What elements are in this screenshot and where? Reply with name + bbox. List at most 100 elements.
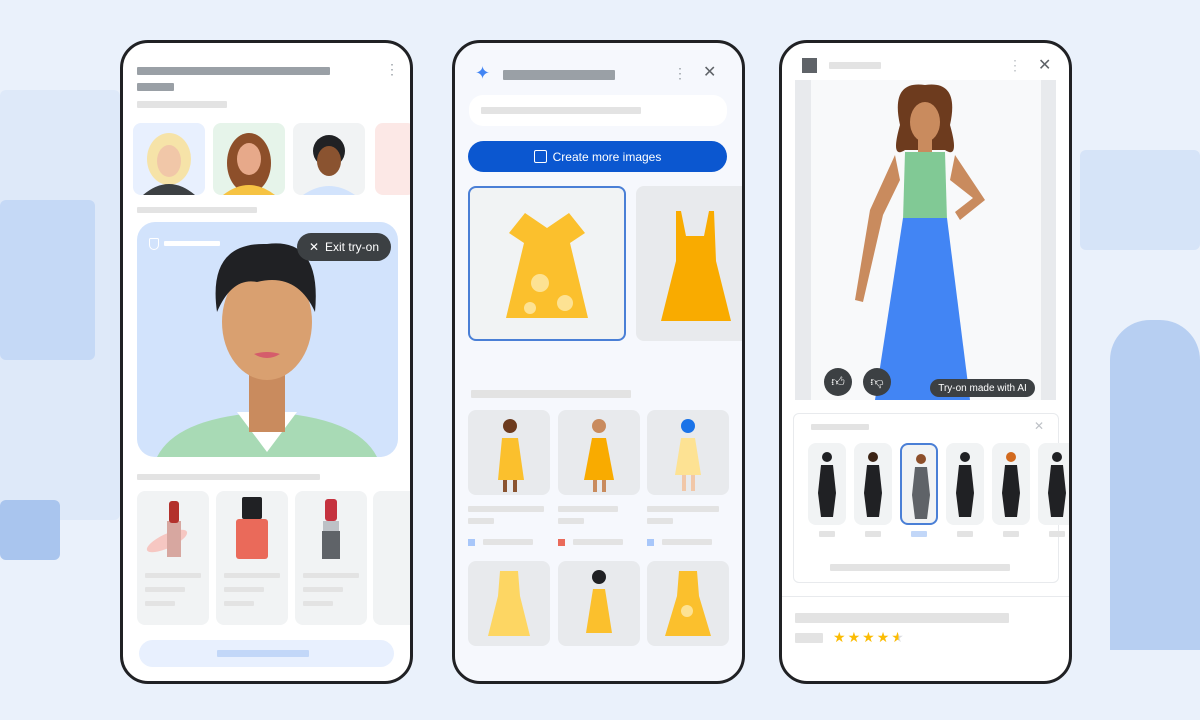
body-type-label bbox=[1003, 531, 1019, 537]
item-text bbox=[468, 506, 544, 512]
body-type-label bbox=[865, 531, 881, 537]
product-text bbox=[303, 587, 343, 592]
product-text bbox=[145, 573, 201, 578]
color-swatch bbox=[558, 539, 565, 546]
phone-avatar-tryon: ⋮ ✕ Exit try-on bbox=[120, 40, 413, 684]
dress-image[interactable] bbox=[468, 561, 550, 646]
kebab-menu-icon[interactable]: ⋮ bbox=[673, 65, 687, 82]
prompt-field[interactable] bbox=[469, 95, 727, 126]
title-placeholder bbox=[137, 67, 330, 75]
dress-image[interactable] bbox=[647, 561, 729, 646]
star-rating: ★★★★★ bbox=[833, 629, 906, 646]
body-type-panel: ✕ bbox=[793, 413, 1069, 583]
title-placeholder bbox=[503, 70, 615, 80]
body-type-option-selected[interactable] bbox=[900, 443, 938, 525]
background-bag bbox=[0, 500, 60, 560]
price-placeholder bbox=[795, 633, 823, 643]
close-icon[interactable]: ✕ bbox=[1034, 419, 1044, 433]
product-card[interactable] bbox=[373, 491, 410, 625]
product-text bbox=[224, 601, 254, 606]
site-name-placeholder bbox=[829, 62, 881, 69]
body-type-option[interactable] bbox=[1038, 443, 1069, 525]
site-favicon bbox=[802, 58, 817, 73]
avatar-option[interactable] bbox=[213, 123, 285, 195]
item-text bbox=[662, 539, 712, 545]
product-text bbox=[224, 587, 264, 592]
text-placeholder bbox=[137, 101, 227, 108]
product-text bbox=[145, 601, 175, 606]
button-label-placeholder bbox=[217, 650, 309, 657]
close-icon[interactable]: ✕ bbox=[1038, 55, 1051, 75]
kebab-menu-icon[interactable]: ⋮ bbox=[1008, 57, 1022, 74]
subtitle-placeholder bbox=[137, 83, 174, 91]
item-text bbox=[573, 539, 623, 545]
create-more-images-button[interactable]: Create more images bbox=[468, 141, 727, 172]
product-text bbox=[303, 601, 333, 606]
label-placeholder bbox=[164, 241, 220, 246]
generated-image-selected[interactable] bbox=[468, 186, 626, 341]
star-full-icon: ★ bbox=[862, 629, 877, 645]
item-text bbox=[647, 518, 673, 524]
prompt-text-placeholder bbox=[481, 107, 641, 114]
ai-badge: Try-on made with AI bbox=[930, 379, 1035, 397]
body-type-option[interactable] bbox=[808, 443, 846, 525]
primary-button[interactable] bbox=[139, 640, 394, 667]
kebab-menu-icon[interactable]: ⋮ bbox=[385, 61, 399, 78]
item-text bbox=[558, 518, 584, 524]
tryon-image: 👍︎ 👎︎ Try-on made with AI bbox=[795, 80, 1056, 400]
product-text bbox=[145, 587, 185, 592]
add-image-icon bbox=[533, 150, 547, 163]
phone-tryon-result: ⋮ ✕ 👍︎ 👎︎ Try-on made with AI ✕ ★★★★★ bbox=[779, 40, 1072, 684]
thumbs-up-button[interactable]: 👍︎ bbox=[824, 368, 852, 396]
divider bbox=[782, 596, 1069, 597]
color-swatch bbox=[468, 539, 475, 546]
background-dress-right bbox=[1110, 320, 1200, 650]
product-text bbox=[303, 573, 359, 578]
background-shelf-right bbox=[1080, 150, 1200, 250]
ai-badge-label: Try-on made with AI bbox=[938, 382, 1027, 394]
item-text bbox=[558, 506, 618, 512]
close-icon[interactable]: ✕ bbox=[703, 62, 716, 82]
thumbs-down-icon: 👎︎ bbox=[870, 374, 884, 389]
avatar-option[interactable] bbox=[133, 123, 205, 195]
body-type-option[interactable] bbox=[854, 443, 892, 525]
model-image[interactable] bbox=[468, 410, 550, 495]
product-card[interactable] bbox=[216, 491, 288, 625]
body-type-label bbox=[1049, 531, 1065, 537]
star-full-icon: ★ bbox=[847, 629, 863, 645]
model-image[interactable] bbox=[558, 410, 640, 495]
generated-image[interactable] bbox=[636, 186, 742, 341]
product-text bbox=[224, 573, 280, 578]
product-card[interactable] bbox=[295, 491, 367, 625]
thumbs-down-button[interactable]: 👎︎ bbox=[863, 368, 891, 396]
section-placeholder bbox=[137, 474, 320, 480]
model-image[interactable] bbox=[558, 561, 640, 646]
avatar-option[interactable] bbox=[293, 123, 365, 195]
color-swatch bbox=[647, 539, 654, 546]
body-type-option[interactable] bbox=[992, 443, 1030, 525]
shield-icon bbox=[149, 238, 159, 250]
exit-tryon-button[interactable]: ✕ Exit try-on bbox=[297, 233, 391, 261]
avatar-option[interactable] bbox=[375, 123, 410, 195]
thumbs-up-icon: 👍︎ bbox=[831, 374, 845, 389]
exit-tryon-label: Exit try-on bbox=[325, 240, 380, 254]
body-type-label bbox=[957, 531, 973, 537]
item-text bbox=[483, 539, 533, 545]
body-type-option[interactable] bbox=[946, 443, 984, 525]
item-text bbox=[468, 518, 494, 524]
sparkle-icon: ✦ bbox=[475, 63, 491, 83]
item-text bbox=[647, 506, 719, 512]
create-more-images-label: Create more images bbox=[552, 149, 662, 164]
body-type-label bbox=[911, 531, 927, 537]
phone-generated-images: ✦ ⋮ ✕ Create more images bbox=[452, 40, 745, 684]
star-half-icon: ★ bbox=[891, 629, 906, 645]
panel-footer-placeholder bbox=[830, 564, 1010, 571]
product-card[interactable] bbox=[137, 491, 209, 625]
product-title-placeholder bbox=[795, 613, 1009, 623]
model-image[interactable] bbox=[647, 410, 729, 495]
tryon-preview: ✕ Exit try-on bbox=[137, 222, 398, 457]
section-placeholder bbox=[137, 207, 257, 213]
section-placeholder bbox=[471, 390, 631, 398]
panel-title-placeholder bbox=[811, 424, 869, 430]
star-full-icon: ★ bbox=[876, 629, 892, 645]
